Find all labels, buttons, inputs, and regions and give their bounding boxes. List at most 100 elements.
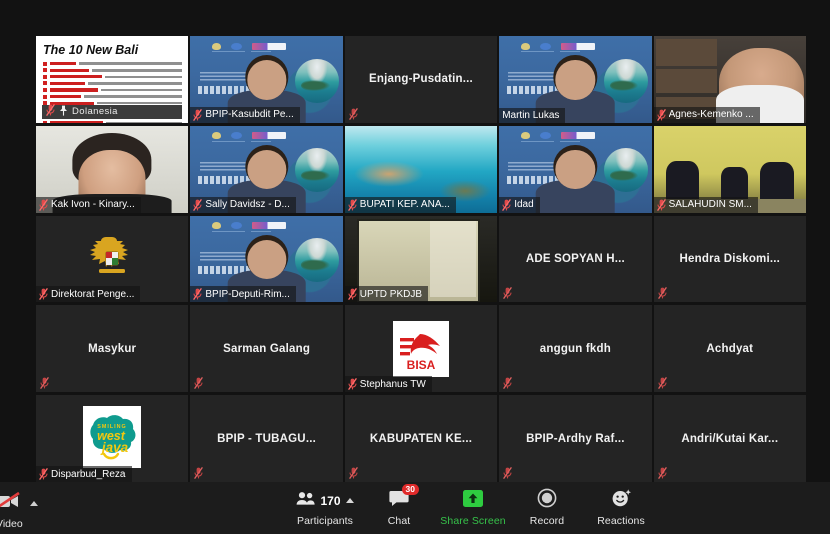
reactions-button[interactable]: Reactions	[584, 489, 658, 527]
slide-bullet	[43, 87, 183, 92]
participant-name: ADE SOPYAN H...	[525, 252, 625, 265]
reactions-label: Reactions	[597, 514, 645, 527]
participant-name: SALAHUDIN SM...	[668, 199, 752, 211]
participant-name-bar: Sally Davidsz - D...	[190, 196, 296, 213]
video-control-label: Video	[0, 518, 23, 530]
participant-name: Sally Davidsz - D...	[205, 199, 290, 211]
participant-name-bar: UPTD PKDJB	[344, 286, 429, 303]
bullet-title	[50, 94, 81, 99]
participant-tile[interactable]: Direktorat Penge...	[36, 215, 189, 303]
mic-muted-icon	[347, 378, 357, 391]
mic-muted-icon	[656, 198, 666, 211]
participant-tile[interactable]: Andri/Kutai Kar...	[653, 395, 806, 482]
share-screen-icon-wrap	[460, 489, 486, 513]
west-java-logo: SMILING west java	[83, 405, 142, 468]
participant-figure	[536, 150, 615, 213]
garuda-logo-icon	[520, 42, 530, 50]
participant-tile[interactable]: BISA Stephanus TW	[344, 305, 498, 393]
bullet-number	[43, 88, 47, 92]
slide-divider-2	[251, 51, 272, 52]
bullet-title	[50, 81, 85, 86]
participant-name: Idad	[514, 199, 534, 211]
mic-muted-icon	[502, 198, 512, 211]
participant-tile[interactable]: anggun fkdh	[499, 305, 652, 393]
bullet-number	[43, 94, 47, 99]
bullet-desc	[106, 121, 183, 123]
participant-tile[interactable]: BPIP - TUBAGU...	[190, 395, 343, 482]
stop-video-button[interactable]: Video	[0, 491, 38, 530]
shared-slide: The 10 New Bali Dolanesia	[36, 36, 189, 123]
slide-divider-2	[251, 140, 272, 142]
slide-divider	[211, 140, 246, 142]
participant-tile[interactable]: Masykur	[36, 305, 189, 393]
participant-tile[interactable]: BPIP-Ardhy Raf...	[499, 395, 652, 482]
participant-name: BPIP-Ardhy Raf...	[526, 432, 625, 445]
slide-divider	[211, 51, 246, 52]
record-button[interactable]: Record	[510, 488, 584, 527]
participant-name-bar: BUPATI KEP. ANA...	[344, 196, 456, 213]
slide-bullet	[43, 61, 183, 66]
participant-name: Stephanus TW	[359, 378, 426, 390]
institution-logo-icon	[230, 42, 242, 50]
participant-tile[interactable]: Kak Ivon - Kinary...	[36, 125, 189, 213]
record-icon	[537, 488, 557, 513]
participants-icon-wrap: 170	[296, 490, 354, 512]
participant-name: KABUPATEN KE...	[369, 432, 473, 445]
pin-icon	[59, 103, 68, 121]
slide-divider	[520, 140, 555, 142]
slide-logo-row	[211, 131, 331, 141]
bullet-title	[50, 121, 103, 123]
share-screen-icon	[460, 489, 486, 513]
event-logo-icon	[251, 222, 286, 230]
participants-button[interactable]: 170 Participants	[288, 490, 362, 527]
participant-tile[interactable]: UPTD PKDJB	[344, 215, 498, 303]
bullet-desc	[84, 95, 183, 98]
participant-tile[interactable]: KABUPATEN KE...	[344, 395, 498, 482]
participant-name: Martin Lukas	[502, 109, 560, 121]
mic-muted-icon	[40, 376, 49, 390]
participant-name: BPIP-Deputi-Rim...	[205, 288, 290, 300]
chat-label: Chat	[387, 514, 411, 527]
svg-text:java: java	[100, 440, 129, 455]
participant-tile[interactable]: SMILING west java Disparbud_Reza	[36, 395, 189, 482]
participant-tile[interactable]: Sarman Galang	[190, 305, 343, 393]
participant-name-bar: Idad	[499, 196, 540, 213]
institution-logo-icon	[230, 222, 242, 230]
participant-tile[interactable]: BPIP-Deputi-Rim...	[190, 215, 343, 303]
mic-muted-icon	[503, 286, 513, 300]
participant-tile[interactable]: BPIP-Kasubdit Pe...	[190, 36, 343, 123]
mic-muted-icon	[348, 466, 358, 479]
mic-muted-icon	[39, 288, 48, 301]
participant-gallery-grid: The 10 New Bali Dolanesia BPIP-Kasubdit Pe…	[36, 36, 806, 482]
participant-tile[interactable]: The 10 New Bali Dolanesia	[36, 36, 189, 123]
record-label: Record	[529, 514, 565, 527]
bookshelf	[655, 68, 717, 94]
slide-divider	[211, 230, 246, 232]
slide-brand-name: Dolanesia	[72, 106, 118, 118]
participant-tile[interactable]: Enjang-Pusdatin...	[344, 36, 498, 123]
participants-caret-icon[interactable]	[345, 498, 354, 503]
slide-divider-2	[251, 230, 272, 232]
video-options-caret-icon[interactable]	[30, 501, 38, 506]
bullet-desc	[79, 62, 183, 65]
participant-tile[interactable]: BUPATI KEP. ANA...	[344, 125, 498, 213]
video-off-icon[interactable]	[0, 491, 20, 516]
participant-tile[interactable]: Martin Lukas	[499, 36, 652, 123]
chat-button[interactable]: 30 Chat	[362, 483, 436, 527]
bullet-desc	[101, 88, 183, 92]
garuda-logo-icon	[520, 132, 530, 140]
mic-muted-icon	[657, 466, 667, 479]
participant-tile[interactable]: SALAHUDIN SM...	[653, 125, 806, 213]
share-screen-button[interactable]: Share Screen	[436, 489, 510, 527]
participant-tile[interactable]: Agnes-Kemenko ...	[653, 36, 806, 123]
participant-tile[interactable]: Hendra Diskomi...	[653, 215, 806, 303]
mic-muted-icon	[39, 198, 48, 211]
participant-tile[interactable]: Sally Davidsz - D...	[190, 125, 343, 213]
participant-tile[interactable]: Achdyat	[653, 305, 806, 393]
participant-tile[interactable]: ADE SOPYAN H...	[499, 215, 652, 303]
event-logo-icon	[560, 42, 595, 50]
participant-name: Enjang-Pusdatin...	[369, 73, 473, 86]
slide-logo-row	[211, 221, 331, 231]
participant-tile[interactable]: Idad	[499, 125, 652, 213]
bullet-title	[50, 68, 89, 72]
